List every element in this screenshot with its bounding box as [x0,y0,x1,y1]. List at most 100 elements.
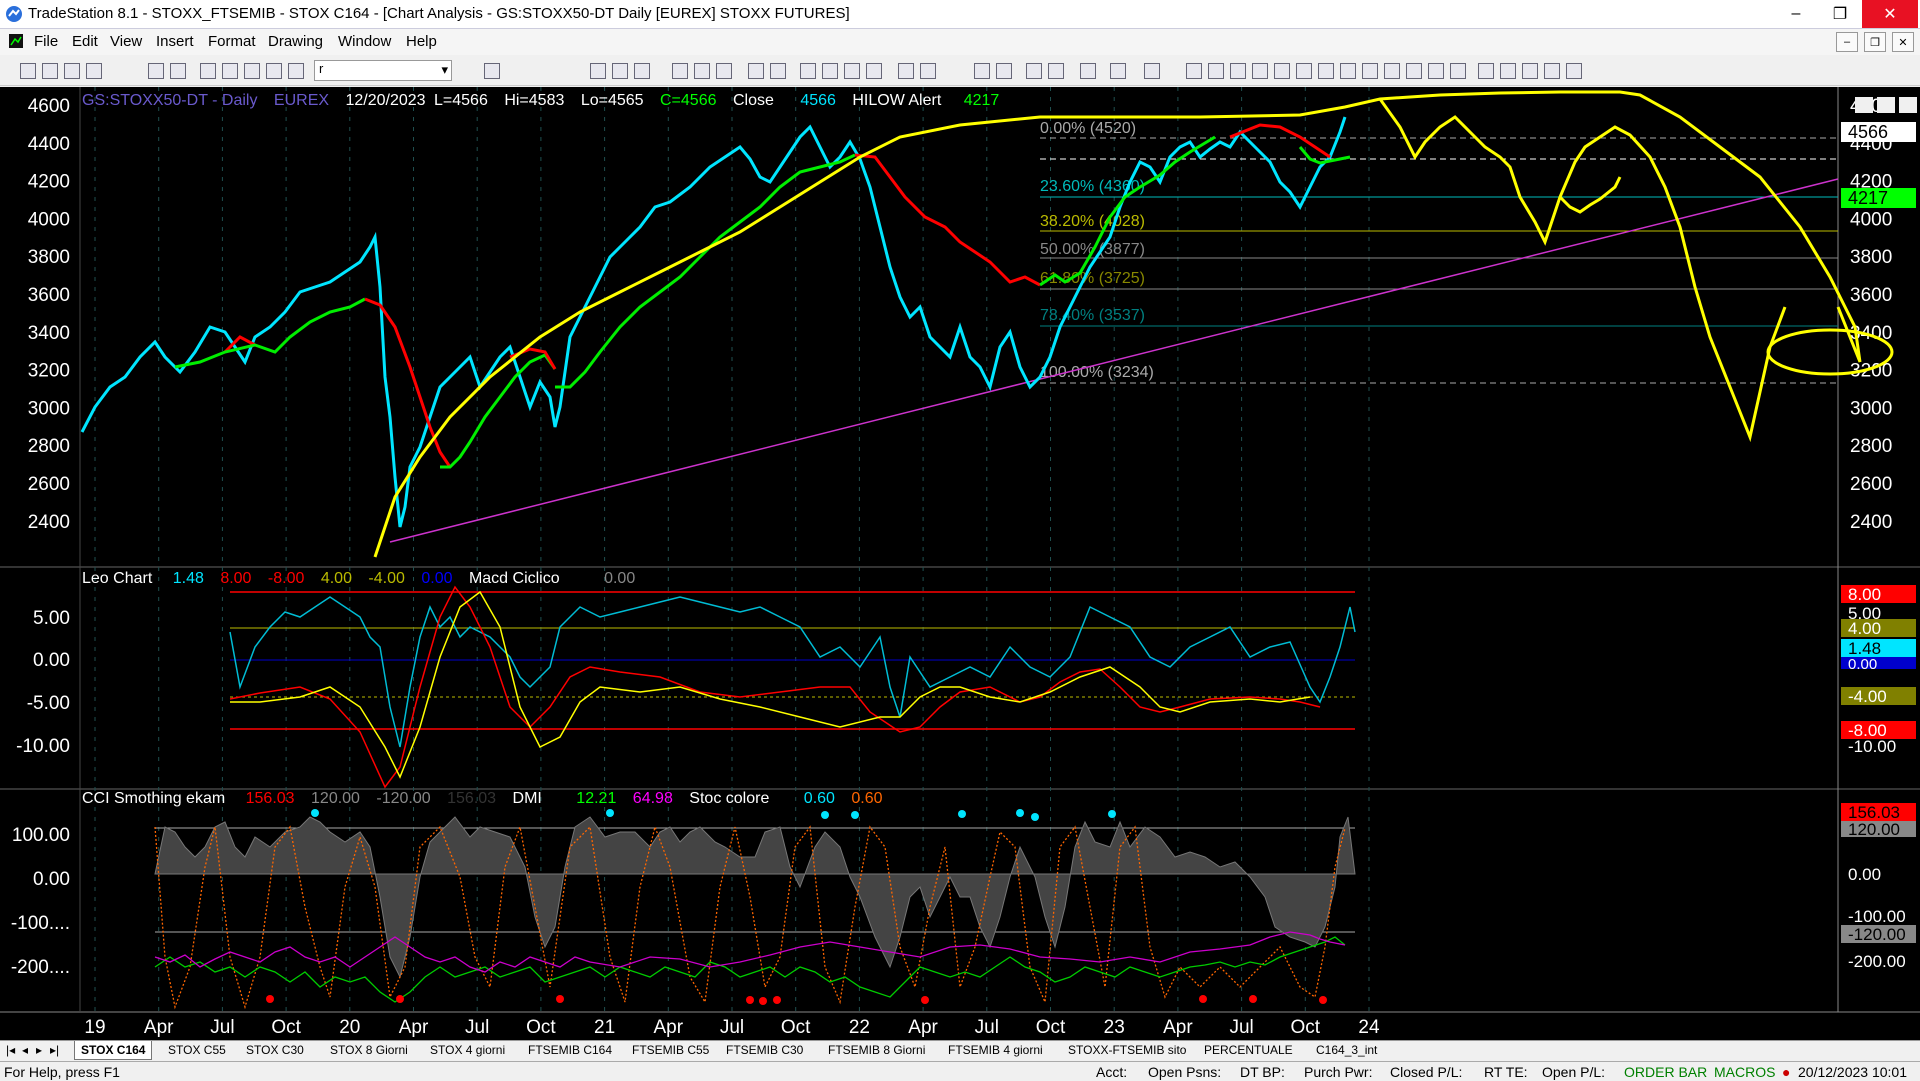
menu-insert[interactable]: Insert [156,33,194,50]
tab-next-arrow-icon[interactable]: ▸ [36,1043,42,1057]
open-icon[interactable] [42,63,58,79]
tab-stox-4-giorni[interactable]: STOX 4 giorni [430,1043,505,1057]
tab-prev-arrow-icon[interactable]: ◂ [22,1043,28,1057]
new-icon[interactable] [20,63,36,79]
tab-stox-c55[interactable]: STOX C55 [168,1043,226,1057]
menu-drawing[interactable]: Drawing [268,33,323,50]
tab-percentuale[interactable]: PERCENTUALE [1204,1043,1293,1057]
data-window-icon[interactable] [748,63,764,79]
horizontal-line-icon[interactable] [1230,63,1246,79]
yellow-target-ellipse[interactable] [1766,328,1894,376]
arrow-down-icon[interactable] [1478,63,1494,79]
globe-icon[interactable] [288,63,304,79]
tab-ftsemib-c55[interactable]: FTSEMIB C55 [632,1043,709,1057]
indicator-icon[interactable] [672,63,688,79]
minimize-button[interactable]: – [1774,0,1818,28]
menu-format[interactable]: Format [208,33,256,50]
tab-ftsemib-c164[interactable]: FTSEMIB C164 [528,1043,612,1057]
symbol-combobox[interactable]: r ▾ [314,60,452,81]
andrews-fork-icon[interactable] [1362,63,1378,79]
tab-stox-8-giorni[interactable]: STOX 8 Giorni [330,1043,408,1057]
tab-last-arrow-icon[interactable]: ▸| [50,1043,59,1057]
maximize-button[interactable]: ❐ [1818,0,1862,28]
bar-height-icon[interactable] [866,63,882,79]
save-icon[interactable] [64,63,80,79]
interval-icon[interactable] [800,63,816,79]
black-chart-icon[interactable] [822,63,838,79]
fibonacci-icon[interactable] [1252,63,1268,79]
radar-icon[interactable] [222,63,238,79]
vertical-line-icon[interactable] [1208,63,1224,79]
pointer-icon[interactable] [1026,63,1042,79]
ellipse-icon[interactable] [1522,63,1538,79]
mdi-restore-button[interactable]: ❐ [1864,32,1886,52]
status-macros[interactable]: MACROS [1714,1064,1775,1080]
lock-icon[interactable] [244,63,260,79]
dmi-value-2: 64.98 [633,790,673,807]
text-icon[interactable] [1566,63,1582,79]
menu-view[interactable]: View [110,33,142,50]
pane-minimize-button[interactable] [1855,97,1873,113]
tab-stoxx-ftsemib-sito[interactable]: STOXX-FTSEMIB sito [1068,1043,1186,1057]
close-button[interactable]: ✕ [1862,0,1918,28]
analysis-icon[interactable] [266,63,282,79]
menu-edit[interactable]: Edit [72,33,98,50]
status-order-bar[interactable]: ORDER BAR [1624,1064,1707,1080]
compare-icon[interactable] [1110,63,1126,79]
tab-c164-3-int[interactable]: C164_3_int [1316,1043,1377,1057]
arc-icon[interactable] [1384,63,1400,79]
header-high: Hi=4583 [504,92,564,109]
scroll-icon[interactable] [898,63,914,79]
freehand-icon[interactable] [1450,63,1466,79]
strategy-icon[interactable] [694,63,710,79]
order-icon[interactable] [1048,63,1064,79]
bar-style-icon[interactable] [590,63,606,79]
yellow-channel-line[interactable] [373,90,1862,558]
speed-lines-icon[interactable] [1340,63,1356,79]
print-icon[interactable] [148,63,164,79]
scale-icon[interactable] [920,63,936,79]
menu-file[interactable]: File [34,33,58,50]
rectangle-icon[interactable] [1544,63,1560,79]
menu-window[interactable]: Window [338,33,391,50]
pane-restore-button[interactable] [1877,97,1895,113]
mdi-close-button[interactable]: ✕ [1892,32,1914,52]
tools-icon[interactable] [1080,63,1096,79]
format-icon[interactable] [716,63,732,79]
table-icon[interactable] [634,63,650,79]
print-preview-icon[interactable] [170,63,186,79]
ruler-icon[interactable] [1428,63,1444,79]
bar-spacing-icon[interactable] [844,63,860,79]
zoom-in-icon[interactable] [974,63,990,79]
chart-canvas[interactable]: 4600 4400 4200 4000 3800 3600 3400 3200 3000 2800… [0,87,1920,1040]
toolbar: r ▾ [0,57,1920,86]
channel-icon[interactable] [1274,63,1290,79]
line-style-icon[interactable] [612,63,628,79]
tab-ftsemib-4-giorni[interactable]: FTSEMIB 4 giorni [948,1043,1043,1057]
leo-value-3: -8.00 [268,570,305,587]
tab-ftsemib-c30[interactable]: FTSEMIB C30 [726,1043,803,1057]
tab-first-arrow-icon[interactable]: |◂ [6,1043,15,1057]
go-icon[interactable] [484,63,500,79]
panel-icon[interactable] [1144,63,1160,79]
regression-icon[interactable] [1318,63,1334,79]
mdi-minimize-button[interactable]: – [1836,32,1858,52]
menu-bar: File Edit View Insert Format Drawing Win… [0,29,1920,55]
cycle-icon[interactable] [1406,63,1422,79]
copy-icon[interactable] [86,63,102,79]
fibonacci-retracement[interactable]: 0.00% (4520) 23.60% (4360) 38.20% (4028)… [1040,120,1838,384]
yellow-projection-2[interactable] [1558,176,1622,214]
zoom-out-icon[interactable] [996,63,1012,79]
trendline-icon[interactable] [1186,63,1202,79]
arrow-up-icon[interactable] [1500,63,1516,79]
pane-close-button[interactable] [1899,97,1917,113]
gann-icon[interactable] [1296,63,1312,79]
time-axis-label: Jul [465,1017,489,1038]
tab-ftsemib-8-giorni[interactable]: FTSEMIB 8 Giorni [828,1043,925,1057]
chart-icon[interactable] [200,63,216,79]
tab-stox-c30[interactable]: STOX C30 [246,1043,304,1057]
chart-area[interactable]: 4600 4400 4200 4000 3800 3600 3400 3200 3000 2800… [0,87,1920,1040]
settings-icon[interactable] [770,63,786,79]
tab-stox-c164[interactable]: STOX C164 [74,1041,153,1060]
menu-help[interactable]: Help [406,33,437,50]
